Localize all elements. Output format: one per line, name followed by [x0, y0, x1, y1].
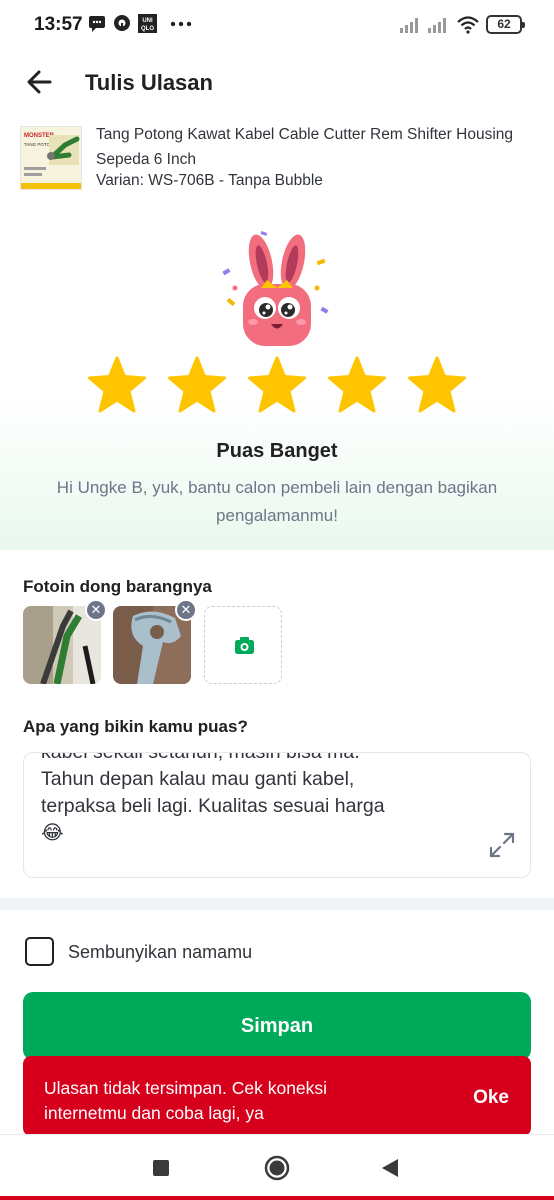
arrow-left-icon [27, 70, 52, 94]
review-text: kabel sekali setahun, masih bisa ma. Tah… [41, 752, 385, 844]
product-thumbnail: MONSTER TANG POTONG KAWAT [20, 126, 82, 190]
status-time: 13:57 [34, 14, 83, 35]
uploaded-photo-1[interactable]: ✕ [23, 599, 107, 684]
remove-photo-button[interactable]: ✕ [85, 599, 107, 621]
toast-message: Ulasan tidak tersimpan. Cek koneksi inte… [44, 1078, 328, 1123]
home-icon [264, 1155, 290, 1181]
hide-name-checkbox[interactable] [25, 937, 54, 966]
review-textarea[interactable]: kabel sekali setahun, masih bisa ma. Tah… [23, 752, 531, 878]
recent-apps-button[interactable] [152, 1159, 170, 1182]
more-dots-icon [170, 16, 192, 34]
back-triangle-icon [382, 1159, 398, 1177]
star-2-icon[interactable] [166, 355, 228, 415]
review-question: Apa yang bikin kamu puas? [23, 717, 248, 736]
hide-name-label: Sembunyikan namamu [68, 942, 253, 962]
toast-ok-button[interactable]: Oke [473, 1087, 509, 1109]
section-divider [0, 898, 554, 910]
product-name: Tang Potong Kawat Kabel Cable Cutter Rem… [96, 126, 514, 168]
error-toast: Ulasan tidak tersimpan. Cek koneksi inte… [23, 1056, 531, 1136]
signal-icon-2 [428, 16, 450, 38]
status-bar: 13:57 UNI QLO 62 [0, 0, 554, 50]
message-icon [88, 14, 106, 37]
remove-photo-button[interactable]: ✕ [175, 599, 197, 621]
product-variant: Varian: WS-706B - Tanpa Bubble [96, 172, 323, 189]
photo-section-title: Fotoin dong barangnya [23, 577, 212, 596]
page-header: Tulis Ulasan [0, 52, 554, 112]
star-3-icon[interactable] [246, 355, 308, 415]
star-rating [86, 355, 468, 415]
svg-text:UNI: UNI [142, 18, 153, 24]
bottom-accent-line [0, 1196, 554, 1200]
bunny-mascot-illustration [217, 230, 337, 350]
svg-text:QLO: QLO [141, 26, 154, 32]
battery-indicator: 62 [486, 15, 525, 34]
uploaded-photo-2[interactable]: ✕ [113, 599, 197, 684]
add-photo-button[interactable] [204, 606, 282, 684]
rating-subtitle: Hi Ungke B, yuk, bantu calon pembeli lai… [56, 478, 498, 525]
save-button[interactable]: Simpan [23, 992, 531, 1060]
signal-icon [400, 16, 422, 38]
star-5-icon[interactable] [406, 355, 468, 415]
star-4-icon[interactable] [326, 355, 388, 415]
drive-icon [113, 14, 131, 37]
wifi-icon [456, 15, 480, 39]
back-nav-button[interactable] [380, 1157, 400, 1184]
home-button[interactable] [264, 1155, 290, 1186]
recent-apps-icon [153, 1160, 169, 1176]
rating-label: Puas Banget [216, 440, 338, 462]
expand-icon[interactable] [488, 831, 516, 859]
system-navigation-bar [0, 1134, 554, 1200]
rating-section: Puas Banget Hi Ungke B, yuk, bantu calon… [0, 210, 554, 550]
page-title: Tulis Ulasan [85, 70, 213, 95]
uniqlo-icon: UNI QLO [138, 14, 157, 38]
star-1-icon[interactable] [86, 355, 148, 415]
back-button[interactable] [24, 66, 56, 98]
camera-icon [235, 637, 254, 654]
product-summary: MONSTER TANG POTONG KAWAT Tang Potong Ka… [0, 118, 554, 198]
